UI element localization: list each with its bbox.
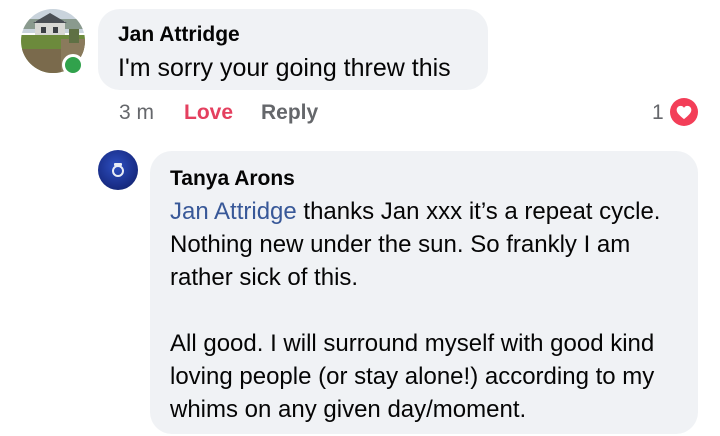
comment-timestamp[interactable]: 3 m — [119, 101, 154, 125]
comment-text: I'm sorry your going threw this — [118, 54, 451, 82]
heart-background — [670, 98, 698, 126]
heart-icon — [676, 105, 692, 119]
avatar-logo-icon — [112, 163, 124, 177]
reply-avatar[interactable] — [98, 150, 138, 190]
reaction-count[interactable]: 1 — [652, 101, 664, 125]
reaction-badge[interactable] — [668, 96, 700, 128]
online-status-dot — [62, 54, 84, 76]
comment-author[interactable]: Jan Attridge — [118, 23, 240, 47]
reply-bubble: Tanya Arons Jan Attridge thanks Jan xxx … — [150, 151, 698, 434]
love-reaction-button[interactable]: Love — [184, 101, 233, 125]
reply-paragraph-2: All good. I will surround myself with go… — [170, 330, 655, 423]
comment-bubble: Jan Attridge I'm sorry your going threw … — [98, 9, 488, 90]
reply-text: Jan Attridge thanks Jan xxx it’s a repea… — [170, 195, 690, 426]
reply-button[interactable]: Reply — [261, 101, 318, 125]
mention-link[interactable]: Jan Attridge — [170, 198, 297, 225]
reply-author[interactable]: Tanya Arons — [170, 167, 295, 191]
reply-paragraph-1: Jan Attridge thanks Jan xxx it’s a repea… — [170, 195, 690, 294]
